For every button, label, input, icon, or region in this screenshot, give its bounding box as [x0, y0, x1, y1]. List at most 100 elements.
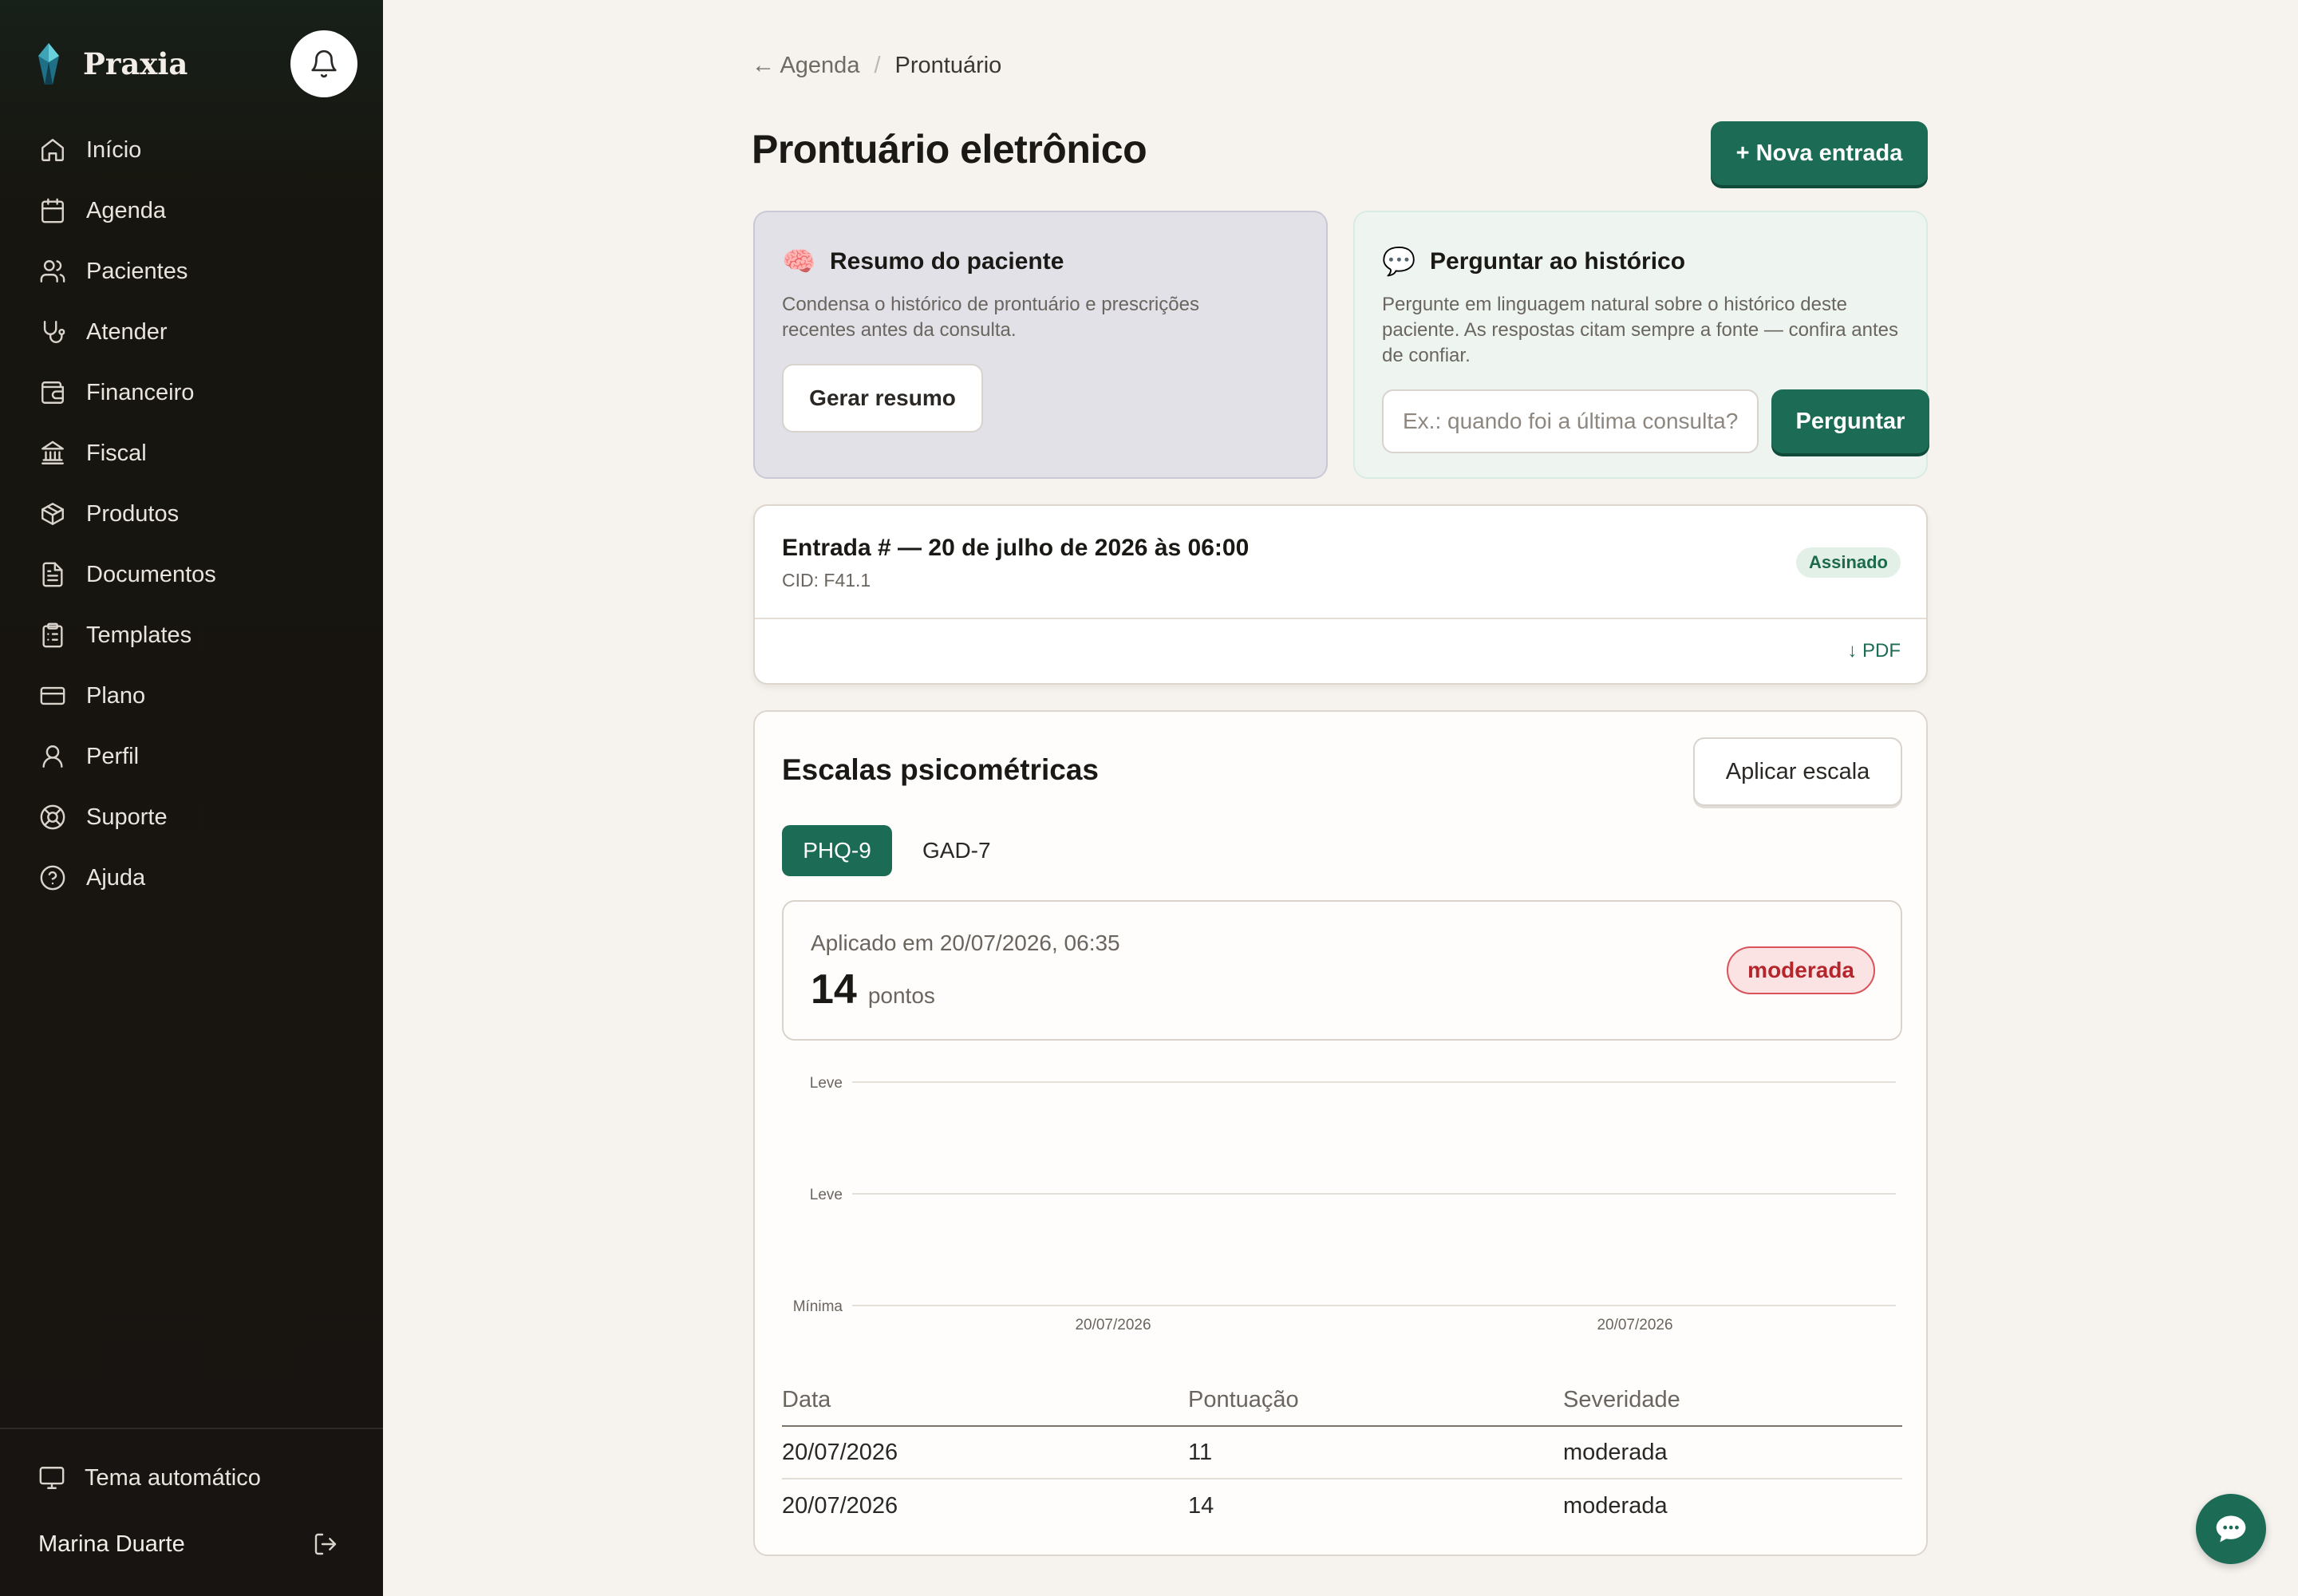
summary-card-description: Condensa o histórico de prontuário e pre… — [782, 294, 1199, 341]
sidebar-item-plano[interactable]: Plano — [0, 666, 383, 726]
users-icon — [40, 260, 65, 282]
ask-history-card: 💬 Perguntar ao histórico Pergunte em lin… — [1353, 211, 1929, 479]
wallet-icon — [41, 381, 64, 404]
scores-table: Data Pontuação Severidade 20/07/2026 11 … — [782, 1374, 1902, 1532]
calendar-icon — [41, 198, 64, 223]
sidebar-item-label: Suporte — [86, 804, 168, 830]
severity-badge: moderada — [1727, 946, 1875, 994]
record-entry-card: Entrada # — 20 de julho de 2026 às 06:00… — [753, 504, 1928, 685]
brand[interactable]: Praxia — [35, 40, 188, 88]
bank-icon — [41, 440, 64, 464]
summary-card-header: 🧠 Resumo do paciente — [782, 246, 1064, 278]
logout-icon[interactable] — [313, 1531, 338, 1557]
ask-button[interactable]: Perguntar — [1771, 389, 1929, 453]
brain-icon: 🧠 — [782, 247, 816, 277]
entry-title: Entrada # — 20 de julho de 2026 às 06:00 — [782, 535, 1250, 561]
app-name: Praxia — [83, 46, 188, 81]
user-name: Marina Duarte — [38, 1531, 185, 1557]
download-pdf-link[interactable]: ↓ PDF — [1847, 640, 1901, 662]
result-applied-date: Aplicado em 20/07/2026, 06:35 — [811, 930, 1120, 955]
sidebar-item-financeiro[interactable]: Financeiro — [0, 362, 383, 423]
scales-title: Escalas psicométricas — [782, 753, 1099, 786]
stethoscope-icon — [43, 321, 65, 343]
table-row: 20/07/2026 14 moderada — [782, 1479, 1902, 1532]
monitor-icon — [39, 1467, 65, 1489]
sidebar-item-label: Templates — [86, 622, 192, 648]
apply-scale-button[interactable]: Aplicar escala — [1693, 737, 1902, 806]
clipboard-list-icon — [42, 622, 63, 648]
generate-summary-button[interactable]: Gerar resumo — [782, 364, 983, 433]
sidebar-item-perfil[interactable]: Perfil — [0, 726, 383, 787]
score-unit: pontos — [867, 983, 935, 1008]
user-icon — [42, 745, 63, 768]
help-circle-icon — [40, 865, 65, 891]
cell-date: 20/07/2026 — [782, 1492, 898, 1519]
sidebar-item-label: Agenda — [86, 197, 166, 223]
sidebar-item-produtos[interactable]: Produtos — [0, 484, 383, 544]
lifebuoy-icon — [40, 804, 65, 830]
sidebar-item-label: Financeiro — [86, 379, 195, 405]
notifications-button[interactable] — [290, 30, 357, 97]
column-header-score: Pontuação — [1188, 1386, 1299, 1412]
sidebar-item-inicio[interactable]: Início — [0, 120, 383, 180]
chart-y-tick-label: Leve — [810, 1075, 843, 1092]
breadcrumb-separator: / — [874, 53, 881, 78]
result-score: 14 pontos — [811, 966, 935, 1013]
chat-button[interactable] — [2196, 1494, 2266, 1564]
cell-score: 11 — [1188, 1439, 1213, 1465]
credit-card-icon — [40, 686, 65, 705]
entry-divider — [755, 618, 1926, 619]
sidebar-item-label: Plano — [86, 682, 146, 709]
theme-label: Tema automático — [85, 1464, 261, 1491]
breadcrumb-back-link[interactable]: ← Agenda — [752, 53, 859, 79]
ask-card-description: Pergunte em linguagem natural sobre o hi… — [1382, 294, 1898, 366]
tab-phq-9[interactable]: PHQ-9 — [782, 825, 892, 876]
sidebar-item-label: Documentos — [86, 561, 216, 587]
speech-bubble-icon: 💬 — [1382, 247, 1416, 277]
home-icon — [41, 139, 64, 161]
chat-bubble-icon — [2216, 1515, 2246, 1543]
column-header-date: Data — [782, 1386, 831, 1412]
sidebar-item-templates[interactable]: Templates — [0, 605, 383, 666]
sidebar-item-pacientes[interactable]: Pacientes — [0, 241, 383, 302]
sidebar-item-agenda[interactable]: Agenda — [0, 180, 383, 241]
patient-summary-card: 🧠 Resumo do paciente Condensa o históric… — [753, 211, 1328, 479]
new-entry-button[interactable]: + Nova entrada — [1711, 121, 1928, 185]
score-history-chart: Leve Leve Mínima 20/07/2026 20/07/2026 — [793, 1075, 1896, 1333]
sidebar-item-label: Fiscal — [86, 440, 147, 466]
sidebar-item-ajuda[interactable]: Ajuda — [0, 847, 383, 908]
package-icon — [41, 503, 64, 525]
theme-toggle[interactable]: Tema automático — [38, 1460, 261, 1495]
table-row: 20/07/2026 11 moderada — [782, 1427, 1902, 1479]
sidebar-nav: Início Agenda Pacientes Atender Financei… — [0, 120, 383, 908]
sidebar-item-atender[interactable]: Atender — [0, 302, 383, 362]
ask-card-title: Perguntar ao histórico — [1430, 248, 1686, 275]
breadcrumb: ← Agenda / Prontuário — [752, 53, 1001, 79]
ask-card-header: 💬 Perguntar ao histórico — [1382, 246, 1685, 278]
ask-history-input[interactable] — [1382, 389, 1759, 453]
sidebar-item-label: Perfil — [86, 743, 140, 769]
sidebar-divider — [0, 1428, 383, 1429]
bell-icon — [311, 49, 337, 78]
cell-date: 20/07/2026 — [782, 1439, 898, 1465]
sidebar-item-suporte[interactable]: Suporte — [0, 787, 383, 847]
column-header-severity: Severidade — [1563, 1386, 1680, 1412]
cell-score: 14 — [1188, 1492, 1214, 1519]
latest-result-box: Aplicado em 20/07/2026, 06:35 14 pontos … — [782, 900, 1902, 1041]
sidebar-item-documentos[interactable]: Documentos — [0, 544, 383, 605]
psychometric-scales-card: Escalas psicométricas Aplicar escala PHQ… — [753, 710, 1928, 1556]
page-title: Prontuário eletrônico — [752, 127, 1147, 172]
sidebar-item-label: Início — [86, 136, 142, 163]
sidebar-item-label: Pacientes — [86, 258, 188, 284]
tab-gad-7[interactable]: GAD-7 — [903, 825, 1010, 876]
cell-severity: moderada — [1563, 1492, 1668, 1519]
chart-x-tick-label: 20/07/2026 — [1075, 1317, 1151, 1333]
status-badge: Assinado — [1795, 547, 1901, 578]
score-value: 14 — [811, 966, 857, 1013]
cell-severity: moderada — [1563, 1439, 1668, 1465]
crystal-logo-icon — [38, 43, 59, 85]
sidebar: Praxia Início Agenda Pacientes Atender F… — [0, 0, 383, 1596]
entry-cid: CID: F41.1 — [782, 570, 871, 591]
table-header-row: Data Pontuação Severidade — [782, 1374, 1902, 1427]
sidebar-item-fiscal[interactable]: Fiscal — [0, 423, 383, 484]
